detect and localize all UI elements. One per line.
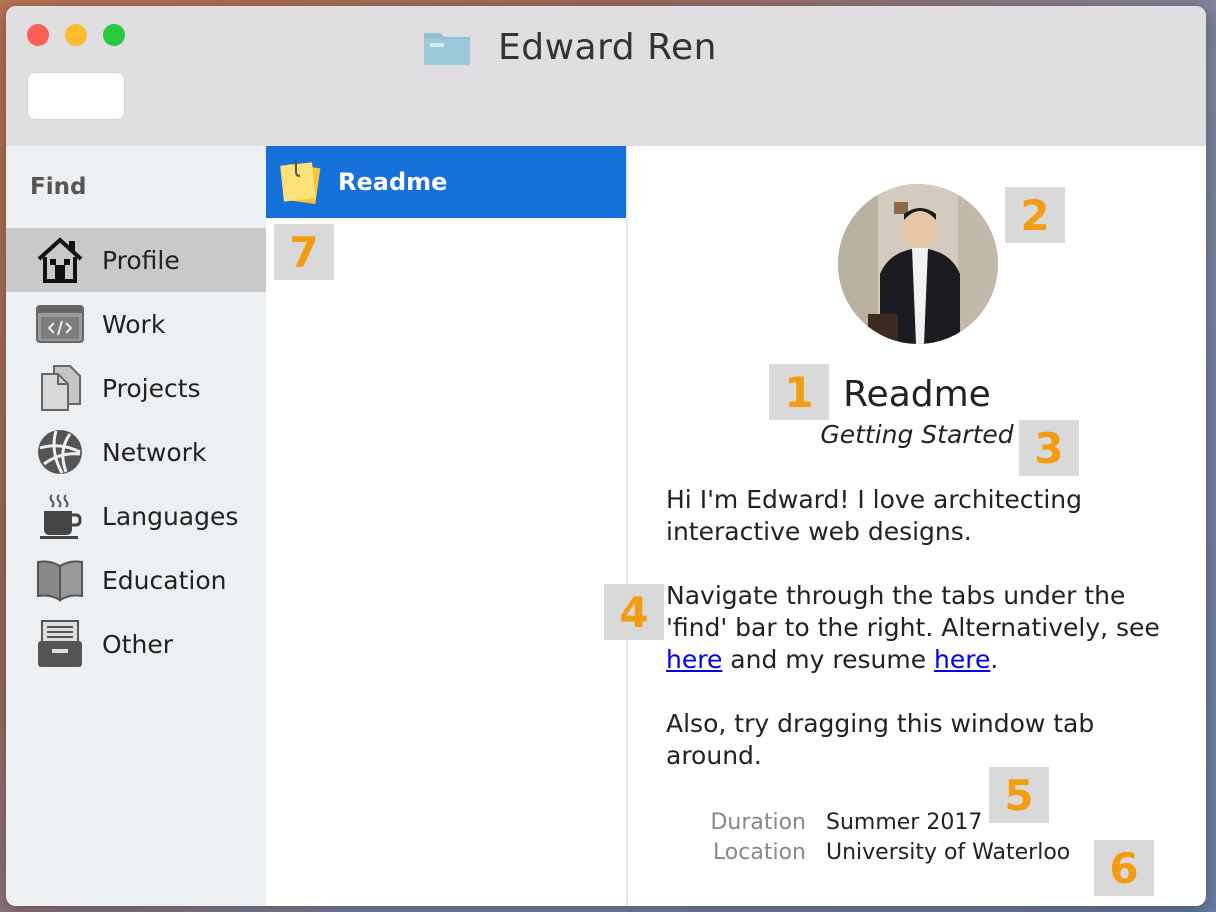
annotation-badge-2: 2 [1005, 187, 1065, 243]
nav-text: Navigate through the tabs under the 'fin… [666, 581, 1160, 642]
intro-paragraph: Hi I'm Edward! I love architecting inter… [666, 485, 1083, 546]
sidebar: Find Profile Work Projects Network Langu… [6, 146, 266, 906]
annotation-badge-3: 3 [1019, 420, 1079, 476]
meta-key: Location [712, 840, 806, 865]
window-titlebar[interactable]: Edward Ren [6, 6, 1206, 146]
nav-text: . [990, 645, 999, 674]
meta-value: University of Waterloo [826, 840, 1071, 865]
meta-key: Duration [710, 810, 806, 835]
meta-value: Summer 2017 [826, 810, 983, 835]
annotation-badge-4: 4 [604, 584, 664, 640]
annotation-badge-5: 5 [989, 767, 1049, 823]
code-window-icon [35, 299, 85, 349]
sidebar-item-label: Projects [102, 373, 201, 403]
minimize-button[interactable] [65, 24, 87, 46]
globe-icon [35, 427, 85, 477]
coffee-cup-icon [35, 491, 85, 541]
navigation-paragraph: Navigate through the tabs under the 'fin… [666, 580, 1176, 676]
file-item-readme[interactable]: Readme [266, 146, 626, 218]
sidebar-item-profile[interactable]: Profile [6, 228, 266, 292]
annotation-badge-1: 1 [769, 364, 829, 420]
meta-row-duration: Duration Summer 2017 [628, 810, 1206, 840]
profile-avatar [838, 184, 998, 344]
portfolio-link[interactable]: here [666, 645, 722, 674]
zoom-button[interactable] [103, 24, 125, 46]
open-book-icon [35, 555, 85, 605]
sidebar-item-other[interactable]: Other [6, 612, 266, 676]
sticky-notes-icon [280, 160, 321, 205]
nav-text: and my resume [730, 645, 927, 674]
drag-paragraph: Also, try dragging this window tab aroun… [666, 709, 1095, 770]
detail-title: Readme [843, 374, 991, 415]
sidebar-item-languages[interactable]: Languages [6, 484, 266, 548]
window-title-group: Edward Ren [422, 24, 717, 70]
folder-icon [424, 33, 470, 65]
sidebar-item-label: Education [102, 565, 227, 595]
sidebar-item-projects[interactable]: Projects [6, 356, 266, 420]
file-item-label: Readme [338, 168, 448, 196]
documents-icon [35, 363, 85, 413]
sidebar-item-network[interactable]: Network [6, 420, 266, 484]
sidebar-item-label: Other [102, 629, 173, 659]
sidebar-heading: Find [30, 174, 87, 200]
annotation-badge-6: 6 [1094, 840, 1154, 896]
sidebar-item-label: Languages [102, 501, 239, 531]
annotation-badge-7: 7 [274, 224, 334, 280]
finder-window[interactable]: Edward Ren Find Profile Work Projects Ne… [6, 6, 1206, 906]
sidebar-item-work[interactable]: Work [6, 292, 266, 356]
filing-drawer-icon [35, 619, 85, 669]
sidebar-item-label: Work [102, 309, 166, 339]
sidebar-item-label: Profile [102, 245, 180, 275]
sidebar-item-label: Network [102, 437, 207, 467]
search-box[interactable] [27, 72, 125, 120]
detail-pane: Readme Getting Started Hi I'm Edward! I … [628, 146, 1206, 906]
window-title: Edward Ren [498, 26, 717, 68]
home-icon [35, 235, 85, 285]
detail-subtitle: Getting Started [820, 420, 1014, 449]
close-button[interactable] [27, 24, 49, 46]
sidebar-item-education[interactable]: Education [6, 548, 266, 612]
resume-link[interactable]: here [934, 645, 990, 674]
